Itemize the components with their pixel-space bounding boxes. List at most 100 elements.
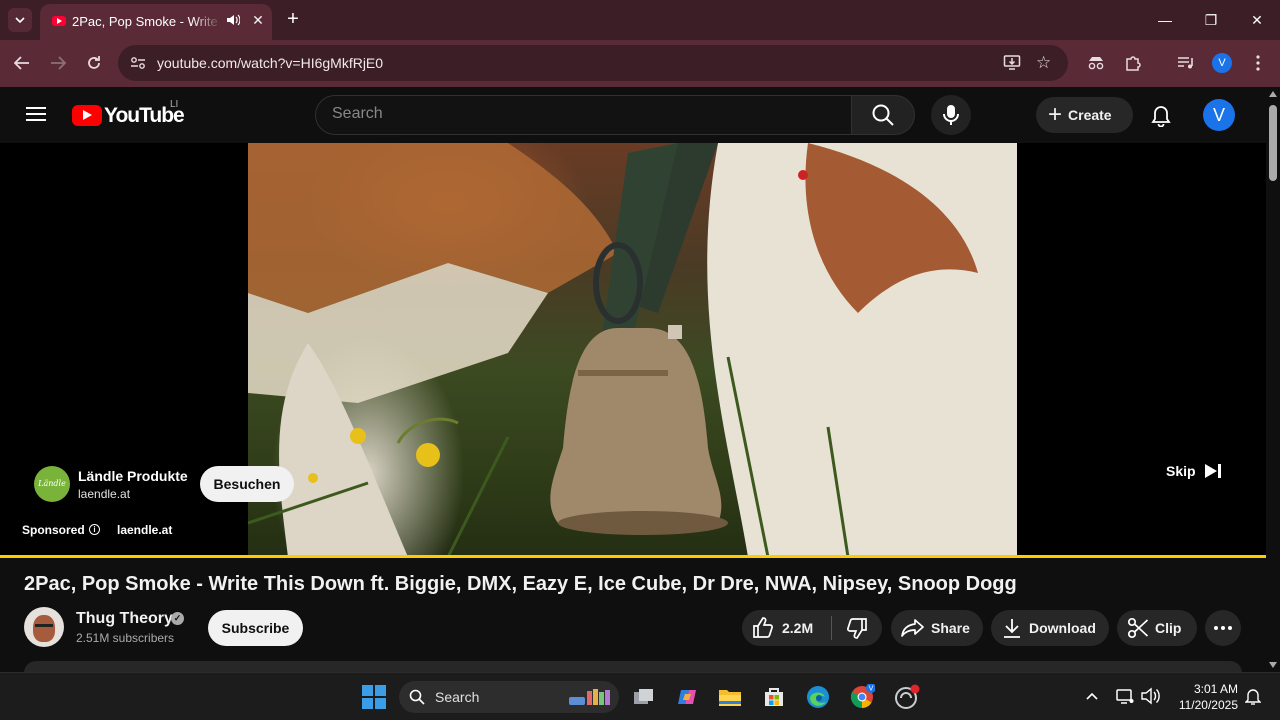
video-title: 2Pac, Pop Smoke - Write This Down ft. Bi… [24,573,1017,595]
search-button[interactable] [851,95,915,135]
search-icon [872,104,894,126]
svg-text:V: V [869,686,874,693]
ad-progress-bar[interactable] [0,555,1266,558]
like-button[interactable]: 2.2M [742,610,830,646]
close-tab-icon[interactable]: ✕ [248,10,268,30]
subscribe-button[interactable]: Subscribe [208,610,303,646]
task-view-icon[interactable] [630,683,658,711]
thumbs-down-icon [847,618,867,639]
windows-start-icon[interactable] [362,685,386,709]
chrome-icon[interactable]: V [848,683,876,711]
tab-search-button[interactable] [8,8,32,32]
speaker-icon[interactable] [226,14,241,29]
reload-icon[interactable] [82,51,106,75]
youtube-favicon-icon [52,16,66,26]
system-clock[interactable]: 3:01 AM 11/20/2025 [1170,681,1238,713]
skip-next-icon [1204,463,1222,479]
new-tab-plus-icon[interactable]: + [282,8,304,30]
youtube-play-logo-icon [72,105,102,126]
subscriber-count: 2.51M subscribers [76,631,175,645]
forward-arrow-icon[interactable] [46,51,70,75]
file-explorer-icon[interactable] [716,683,744,711]
windows-taskbar: Search V 3:01 AM 11/20/2025 [0,672,1280,720]
edge-icon[interactable] [804,683,832,711]
scroll-up-arrow-icon[interactable] [1269,91,1277,97]
url-text: youtube.com/watch?v=HI6gMkfRjE0 [157,55,384,71]
share-label: Share [931,620,970,636]
clock-date: 11/20/2025 [1178,698,1238,712]
channel-name[interactable]: Thug Theory [76,610,173,628]
like-dislike-group: 2.2M [742,610,882,646]
scroll-down-arrow-icon[interactable] [1269,662,1277,668]
network-icon[interactable] [1116,687,1134,710]
install-app-icon[interactable] [1003,53,1021,76]
download-icon [1004,619,1020,638]
restore-button[interactable]: ❐ [1199,8,1223,32]
voice-search-button[interactable] [931,95,971,135]
clip-button[interactable]: Clip [1117,610,1197,646]
minimize-button[interactable]: — [1153,8,1177,32]
download-button[interactable]: Download [991,610,1109,646]
site-settings-icon[interactable] [128,53,148,73]
cow-bell-video-frame-image [248,143,1017,557]
close-window-button[interactable]: ✕ [1245,8,1269,32]
hamburger-menu-icon[interactable] [24,103,48,127]
bookmark-star-icon[interactable]: ☆ [1036,53,1051,73]
skip-label: Skip [1166,463,1196,479]
clip-label: Clip [1155,620,1182,636]
verified-check-icon: ✓ [171,612,184,625]
share-button[interactable]: Share [891,610,983,646]
skip-ad-button[interactable]: Skip [1166,459,1222,483]
search-icon [409,689,425,705]
recording-app-icon[interactable] [893,683,921,711]
back-arrow-icon[interactable] [10,51,34,75]
search-input[interactable] [332,105,832,123]
ad-video-frame[interactable] [248,143,1017,557]
scroll-thumb[interactable] [1269,105,1277,181]
ad-info-icon[interactable]: i [89,524,100,535]
microsoft-store-icon[interactable] [760,683,788,711]
video-player[interactable]: Ländle Ländle Produkte laendle.at Besuch… [0,143,1266,557]
taskbar-search-label: Search [435,689,480,705]
scissors-icon [1127,617,1149,639]
channel-avatar[interactable] [24,607,64,647]
media-control-icon[interactable] [1174,51,1198,75]
like-count: 2.2M [782,620,814,636]
chevron-down-icon [15,17,25,23]
thumbs-up-icon [753,617,773,638]
notification-center-icon[interactable] [1244,688,1262,711]
address-bar[interactable]: youtube.com/watch?v=HI6gMkfRjE0 ☆ [118,45,1068,81]
plus-icon: + [1048,101,1063,128]
search-box[interactable] [315,95,852,135]
advertiser-domain[interactable]: laendle.at [78,487,130,501]
copilot-icon[interactable] [673,683,701,711]
share-arrow-icon [901,619,924,637]
youtube-masthead: YouTube LI + Create V [0,87,1266,143]
notifications-bell-icon[interactable] [1144,99,1178,133]
dislike-button[interactable] [832,610,882,646]
microphone-icon [943,105,959,125]
download-label: Download [1029,620,1096,636]
create-button[interactable]: + Create [1036,97,1133,133]
search-highlight-books-icon [569,689,610,705]
create-label: Create [1068,107,1112,123]
clock-time: 3:01 AM [1193,682,1238,696]
advertiser-name[interactable]: Ländle Produkte [78,468,188,484]
tray-overflow-chevron-icon[interactable] [1086,689,1098,703]
sponsor-domain-link[interactable]: laendle.at [117,523,172,537]
taskbar-search[interactable]: Search [399,681,619,713]
tab-title: 2Pac, Pop Smoke - Write This Down ft. Bi… [72,14,222,29]
sponsored-label: Sponsored [22,523,85,537]
account-avatar[interactable]: V [1203,99,1235,131]
incognito-spy-icon[interactable] [1084,51,1108,75]
volume-icon[interactable] [1141,687,1161,710]
visit-advertiser-button[interactable]: Besuchen [200,466,294,502]
extensions-puzzle-icon[interactable] [1121,51,1145,75]
advertiser-logo[interactable]: Ländle [34,466,70,502]
profile-avatar[interactable]: V [1212,53,1232,73]
page-scrollbar[interactable] [1266,87,1280,673]
browser-menu-kebab-icon[interactable] [1246,51,1270,75]
browser-tab-youtube[interactable]: 2Pac, Pop Smoke - Write This Down ft. Bi… [40,4,272,40]
country-code: LI [170,99,179,110]
more-actions-icon[interactable] [1205,610,1241,646]
